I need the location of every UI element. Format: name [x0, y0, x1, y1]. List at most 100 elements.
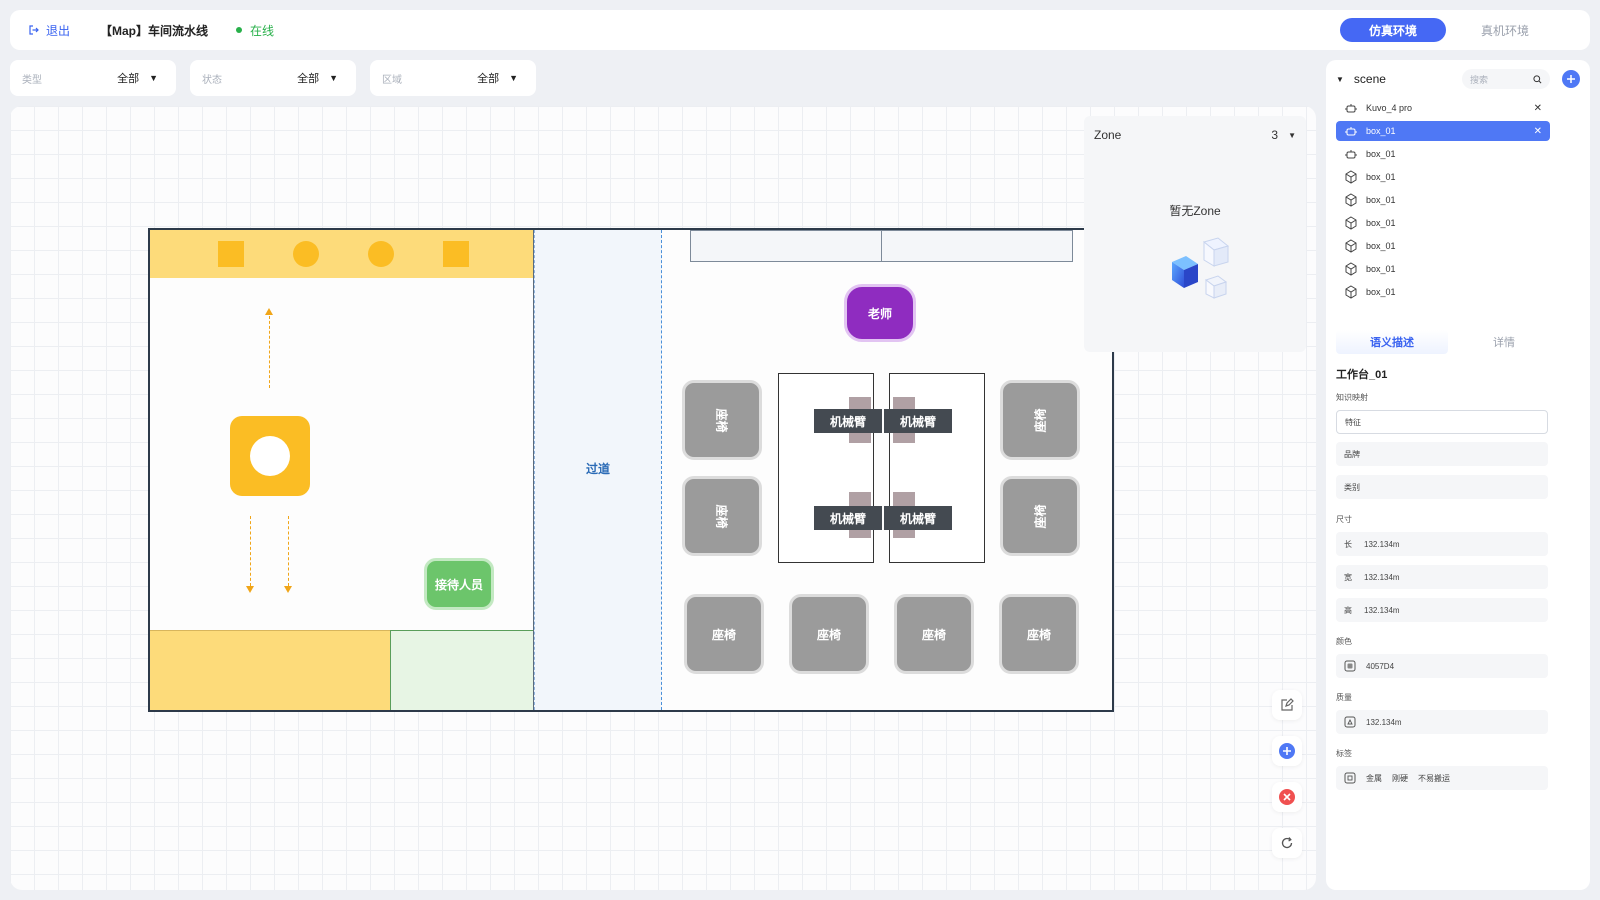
add-scene-item-button[interactable]: [1562, 70, 1580, 88]
square-marker[interactable]: [218, 241, 244, 267]
robot-arm[interactable]: 机械臂: [884, 409, 952, 433]
top-storage-zone[interactable]: [150, 230, 534, 278]
scene-item[interactable]: Kuvo_4 pro ✕: [1336, 98, 1550, 118]
map-canvas[interactable]: 接待人员 过道 老师 座椅 座椅 座椅 座椅 机械臂 机械臂 机械臂 机械臂 座…: [10, 106, 1316, 890]
chair-label: 座椅: [714, 503, 729, 529]
scene-item-label: box_01: [1366, 241, 1396, 251]
circle-marker[interactable]: [293, 241, 319, 267]
chair[interactable]: 座椅: [999, 594, 1079, 674]
chair[interactable]: 座椅: [682, 476, 762, 556]
feature-field[interactable]: 特征: [1336, 410, 1548, 434]
robot-arm[interactable]: 机械臂: [884, 506, 952, 530]
cabinet[interactable]: [690, 230, 882, 262]
height-value: 132.134m: [1364, 605, 1400, 615]
edit-button[interactable]: [1272, 690, 1302, 720]
filter-region[interactable]: 区域 全部 ▼: [370, 60, 536, 96]
scene-item-label: box_01: [1366, 149, 1396, 159]
scene-item[interactable]: box_01: [1336, 190, 1550, 210]
edit-icon: [1281, 698, 1294, 711]
add-button[interactable]: [1272, 736, 1302, 766]
arrow-up-icon: [265, 308, 273, 315]
robot-core: [250, 436, 290, 476]
delete-button[interactable]: [1272, 782, 1302, 812]
length-field[interactable]: 长 132.134m: [1336, 532, 1548, 556]
exit-button[interactable]: 退出: [28, 22, 70, 39]
scene-item[interactable]: box_01: [1336, 167, 1550, 187]
tag: 刚硬: [1392, 773, 1408, 783]
color-field[interactable]: 4057D4: [1336, 654, 1548, 678]
mass-label: 质量: [1336, 693, 1352, 702]
zone-count: 3: [1271, 128, 1279, 142]
aisle-label: 过道: [585, 462, 610, 476]
brand-field[interactable]: 品牌: [1336, 442, 1548, 466]
robot-marker[interactable]: [230, 416, 310, 496]
scene-item[interactable]: box_01: [1336, 259, 1550, 279]
scene-item[interactable]: box_01: [1336, 282, 1550, 302]
property-tabs: 语义描述 详情: [1336, 330, 1560, 354]
chair[interactable]: 座椅: [894, 594, 974, 674]
status-text: 在线: [250, 23, 275, 38]
square-marker[interactable]: [443, 241, 469, 267]
chair-label: 座椅: [711, 627, 736, 642]
close-icon[interactable]: ✕: [1534, 126, 1542, 137]
scene-item-label: box_01: [1366, 195, 1396, 205]
bottom-yellow-zone[interactable]: [150, 630, 390, 710]
feature-placeholder: 特征: [1345, 417, 1361, 427]
aisle-zone[interactable]: 过道: [534, 230, 662, 710]
scene-item[interactable]: box_01 ✕: [1336, 121, 1550, 141]
chair[interactable]: 座椅: [682, 380, 762, 460]
chair-label: 座椅: [1026, 627, 1051, 642]
scene-header: ▼ scene 搜索: [1326, 60, 1590, 98]
width-key: 宽: [1344, 572, 1352, 582]
robot-arm[interactable]: 机械臂: [814, 506, 882, 530]
category-field[interactable]: 类别: [1336, 475, 1548, 499]
chair-label: 座椅: [816, 627, 841, 642]
cube-icon: [1345, 170, 1357, 184]
circle-marker[interactable]: [368, 241, 394, 267]
sim-env-button[interactable]: 仿真环境: [1340, 18, 1446, 42]
status-dot: [236, 27, 243, 33]
chair[interactable]: 座椅: [1000, 476, 1080, 556]
filter-label: 状态: [202, 74, 222, 86]
filter-status[interactable]: 状态 全部 ▼: [190, 60, 356, 96]
scene-item[interactable]: box_01: [1336, 213, 1550, 233]
workshop-floor[interactable]: 接待人员 过道 老师 座椅 座椅 座椅 座椅 机械臂 机械臂 机械臂 机械臂 座…: [148, 228, 1114, 712]
receptionist-node[interactable]: 接待人员: [424, 558, 494, 610]
zone-panel: Zone 3 ▼ 暂无Zone: [1084, 116, 1306, 352]
length-key: 长: [1344, 539, 1352, 549]
teacher-node[interactable]: 老师: [844, 284, 916, 342]
bottom-green-zone[interactable]: [390, 630, 534, 710]
scene-search-input[interactable]: 搜索: [1462, 69, 1550, 89]
width-field[interactable]: 宽 132.134m: [1336, 565, 1548, 589]
top-bar: 退出 【Map】车间流水线 在线 仿真环境 真机环境: [10, 10, 1590, 50]
filter-type[interactable]: 类型 全部 ▼: [10, 60, 176, 96]
zone-selector[interactable]: Zone 3 ▼: [1084, 116, 1306, 154]
height-field[interactable]: 高 132.134m: [1336, 598, 1548, 622]
plus-icon: [1567, 75, 1575, 83]
page-title: 【Map】车间流水线: [100, 23, 209, 38]
caret-down-icon[interactable]: ▼: [1336, 75, 1344, 84]
chair-label: 座椅: [714, 407, 729, 433]
robot-arm[interactable]: 机械臂: [814, 409, 882, 433]
search-icon: [1533, 74, 1542, 83]
chair[interactable]: 座椅: [789, 594, 869, 674]
chair[interactable]: 座椅: [684, 594, 764, 674]
object-name: 工作台_01: [1336, 369, 1388, 381]
color-label: 颜色: [1336, 637, 1352, 646]
real-env-button[interactable]: 真机环境: [1452, 18, 1558, 42]
scene-title: scene: [1353, 72, 1386, 86]
category-placeholder: 类别: [1344, 482, 1360, 492]
chair-label: 座椅: [921, 627, 946, 642]
chair[interactable]: 座椅: [1000, 380, 1080, 460]
scene-item[interactable]: box_01: [1336, 144, 1550, 164]
scene-item[interactable]: box_01: [1336, 236, 1550, 256]
close-icon[interactable]: ✕: [1534, 103, 1542, 114]
tab-semantic[interactable]: 语义描述: [1336, 330, 1448, 354]
path-arrow-down: [250, 516, 251, 586]
mass-field[interactable]: 132.134m: [1336, 710, 1548, 734]
refresh-button[interactable]: [1272, 828, 1302, 858]
cabinet[interactable]: [881, 230, 1073, 262]
cube-icon: [1345, 193, 1357, 207]
tags-field[interactable]: 金属 刚硬 不易搬运: [1336, 766, 1548, 790]
tab-details[interactable]: 详情: [1448, 330, 1560, 354]
